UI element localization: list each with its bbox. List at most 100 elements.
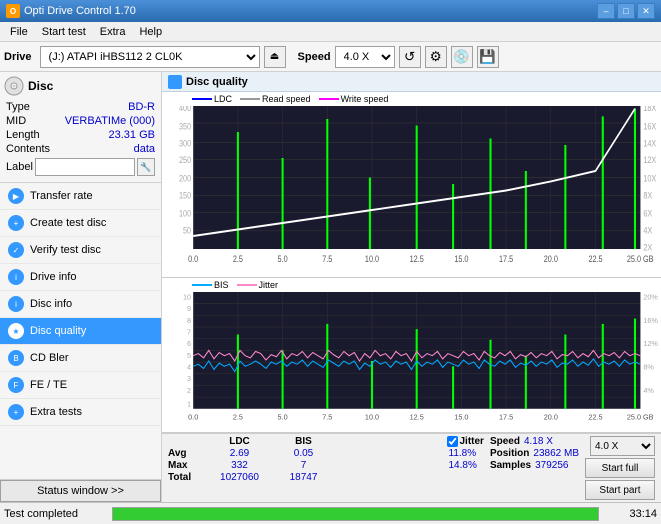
cd-bler-icon: B <box>8 350 24 366</box>
bottom-status-bar: Test completed 33:14 <box>0 502 661 524</box>
svg-text:3: 3 <box>187 374 191 383</box>
disc-type-value: BD-R <box>128 101 155 113</box>
jitter-legend-line <box>237 284 257 286</box>
svg-text:4%: 4% <box>643 386 654 395</box>
svg-text:400: 400 <box>179 106 191 113</box>
total-label: Total <box>168 472 203 483</box>
top-chart-svg: 400 350 300 250 200 150 100 50 18X 16X 1… <box>162 106 661 275</box>
nav-transfer-rate[interactable]: ▶ Transfer rate <box>0 183 161 210</box>
nav-disc-quality[interactable]: ★ Disc quality <box>0 318 161 345</box>
create-test-disc-icon: + <box>8 215 24 231</box>
stats-total-row: Total 1027060 18747 <box>168 472 441 483</box>
ldc-col-header: LDC <box>207 436 272 447</box>
menu-start-test[interactable]: Start test <box>36 24 92 40</box>
disc-label-button[interactable]: 🔧 <box>137 158 155 176</box>
svg-text:200: 200 <box>179 174 191 184</box>
nav-cd-bler-label: CD Bler <box>30 352 69 364</box>
nav-disc-info[interactable]: i Disc info <box>0 291 161 318</box>
nav-fe-te[interactable]: F FE / TE <box>0 372 161 399</box>
maximize-button[interactable]: □ <box>617 3 635 19</box>
verify-test-disc-icon: ✓ <box>8 242 24 258</box>
bis-legend-label: BIS <box>214 280 229 290</box>
svg-text:16X: 16X <box>643 122 656 132</box>
svg-text:6: 6 <box>187 339 191 348</box>
stats-max-row: Max 332 7 <box>168 460 441 471</box>
svg-text:7: 7 <box>187 327 191 336</box>
speed-action-select[interactable]: 4.0 X <box>590 436 655 456</box>
settings-button[interactable]: ⚙ <box>425 46 447 68</box>
svg-text:17.5: 17.5 <box>499 254 514 264</box>
disc-label-input[interactable] <box>35 158 135 176</box>
minimize-button[interactable]: – <box>597 3 615 19</box>
svg-text:0.0: 0.0 <box>188 254 198 264</box>
sidebar-nav: ▶ Transfer rate + Create test disc ✓ Ver… <box>0 183 161 479</box>
svg-text:25.0 GB: 25.0 GB <box>627 254 654 264</box>
speed-label: Speed <box>298 51 331 63</box>
position-row: Position 23862 MB <box>490 448 579 459</box>
nav-extra-tests[interactable]: + Extra tests <box>0 399 161 426</box>
disc-icon <box>4 76 24 96</box>
stats-avg-row: Avg 2.69 0.05 <box>168 448 441 459</box>
svg-text:100: 100 <box>179 209 191 219</box>
disc-info-icon: i <box>8 296 24 312</box>
svg-text:5.0: 5.0 <box>278 254 288 264</box>
svg-text:22.5: 22.5 <box>588 412 602 421</box>
nav-drive-info-label: Drive info <box>30 271 76 283</box>
menu-help[interactable]: Help <box>133 24 168 40</box>
svg-text:8: 8 <box>187 316 191 325</box>
max-bis-value: 7 <box>276 460 331 471</box>
disc-header: Disc <box>4 76 157 96</box>
save-button[interactable]: 💾 <box>477 46 499 68</box>
nav-verify-test-disc[interactable]: ✓ Verify test disc <box>0 237 161 264</box>
nav-create-test-disc[interactable]: + Create test disc <box>0 210 161 237</box>
svg-text:9: 9 <box>187 304 191 313</box>
stats-table: LDC BIS Avg 2.69 0.05 Max 332 7 Total 10… <box>168 436 441 483</box>
menu-file[interactable]: File <box>4 24 34 40</box>
speed-label: Speed <box>490 436 520 447</box>
title-bar: O Opti Drive Control 1.70 – □ ✕ <box>0 0 661 22</box>
start-part-button[interactable]: Start part <box>585 480 655 500</box>
bis-legend-line <box>192 284 212 286</box>
sidebar-status: Status window >> <box>0 479 161 502</box>
eject-button[interactable]: ⏏ <box>264 46 286 68</box>
disc-length-label: Length <box>6 129 40 141</box>
jitter-checkbox[interactable] <box>447 436 458 447</box>
drive-select[interactable]: (J:) ATAPI iHBS112 2 CL0K <box>40 46 260 68</box>
ldc-legend-label: LDC <box>214 94 232 104</box>
jitter-legend-item: Jitter <box>237 280 279 290</box>
status-window-button[interactable]: Status window >> <box>0 480 161 502</box>
svg-text:20.0: 20.0 <box>544 412 558 421</box>
time-label: 33:14 <box>607 508 657 520</box>
avg-bis-value: 0.05 <box>276 448 331 459</box>
max-ldc-value: 332 <box>207 460 272 471</box>
refresh-button[interactable]: ↺ <box>399 46 421 68</box>
avg-ldc-value: 2.69 <box>207 448 272 459</box>
fe-te-icon: F <box>8 377 24 393</box>
menu-extra[interactable]: Extra <box>94 24 132 40</box>
close-button[interactable]: ✕ <box>637 3 655 19</box>
drive-label: Drive <box>4 51 32 63</box>
disc-button[interactable]: 💿 <box>451 46 473 68</box>
svg-text:250: 250 <box>179 155 191 165</box>
svg-text:14X: 14X <box>643 139 656 149</box>
svg-text:0.0: 0.0 <box>188 412 198 421</box>
nav-fe-te-label: FE / TE <box>30 379 67 391</box>
nav-drive-info[interactable]: i Drive info <box>0 264 161 291</box>
ldc-legend-item: LDC <box>192 94 232 104</box>
start-full-button[interactable]: Start full <box>585 458 655 478</box>
speed-pos-col: Speed 4.18 X Position 23862 MB Samples 3… <box>490 436 579 471</box>
read-legend-line <box>240 98 260 100</box>
disc-type-row: Type BD-R <box>4 100 157 114</box>
status-text: Test completed <box>4 508 104 520</box>
nav-cd-bler[interactable]: B CD Bler <box>0 345 161 372</box>
svg-text:12.5: 12.5 <box>410 412 424 421</box>
speed-select[interactable]: 4.0 X <box>335 46 395 68</box>
samples-row: Samples 379256 <box>490 460 579 471</box>
svg-text:25.0 GB: 25.0 GB <box>627 412 654 421</box>
svg-text:18X: 18X <box>643 106 656 113</box>
total-bis-value: 18747 <box>276 472 331 483</box>
svg-text:20%: 20% <box>643 292 658 301</box>
jitter-legend-label: Jitter <box>259 280 279 290</box>
speed-value: 4.18 X <box>524 436 553 447</box>
svg-text:350: 350 <box>179 122 191 132</box>
